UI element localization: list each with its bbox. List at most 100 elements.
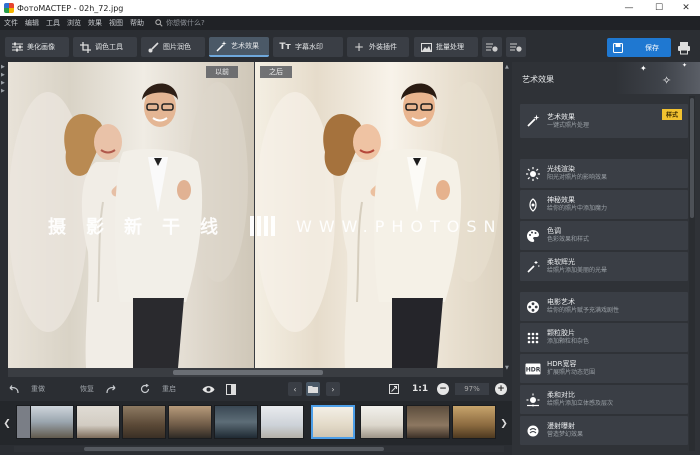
tool-plugins[interactable]: + 外装插件 [347,37,409,57]
next-photo-button[interactable]: › [326,382,340,396]
folder-icon [308,386,318,393]
arrow-right-icon[interactable]: ▶ [1,64,5,70]
effect-item-tone[interactable]: 色调 色彩效果和样式 [520,221,688,250]
menu-help[interactable]: 帮助 [130,18,144,28]
tool-batch-label: 批量处理 [436,43,464,51]
arrow-right-icon[interactable]: ▶ [1,72,5,78]
effect-title: HDR宽容 [547,360,577,368]
command-search[interactable]: 你想做什么? [155,18,205,28]
effect-title: 柔软辉光 [547,258,575,266]
undo-button[interactable]: 重做 [8,382,45,396]
close-button[interactable]: ✕ [672,0,700,16]
effect-item-hdr[interactable]: HDR HDR宽容 扩展照片动态范围 [520,354,688,383]
effect-item-grain[interactable]: 颗粒胶片 添加颗粒和杂色 [520,323,688,352]
thumbnail[interactable] [76,405,120,439]
effect-item-soft-glow[interactable]: 柔软辉光 给照片添加美丽的光晕 [520,252,688,281]
effect-item-mystic[interactable]: 神秘效果 给你的照片中添加魔力 [520,190,688,219]
tool-plugins-label: 外装插件 [369,43,397,51]
effect-title: 柔和对比 [547,391,575,399]
menu-browse[interactable]: 浏览 [67,18,81,28]
history-add-button[interactable] [482,37,502,57]
zoom-level-field[interactable]: 97% [455,383,489,395]
fit-screen-icon [389,384,399,394]
scroll-thumb[interactable] [173,370,323,375]
effects-panel: 艺术效果 ✦ ✧ ✦ 艺术效果 一键式照片处理 样式 光线渲染 阳光对照片的影响效果… [512,62,700,455]
open-folder-button[interactable] [306,382,320,396]
main-toolbar: 美化画像 调色工具 图片润色 艺术效果 Tт 字幕水印 + 外装插件 批量处理 [0,30,700,62]
thumbnail[interactable] [30,405,74,439]
thumbnail[interactable] [168,405,212,439]
thumbnail[interactable] [122,405,166,439]
menu-tools[interactable]: 工具 [46,18,60,28]
tool-batch[interactable]: 批量处理 [414,37,478,57]
effect-item-contrast[interactable]: 柔和对比 给照片添加立体感及层次 [520,385,688,414]
chevron-left-icon: ‹ [293,384,297,394]
effect-title: 漫射曝射 [547,422,575,430]
split-view-button[interactable] [226,382,236,396]
menu-edit[interactable]: 编辑 [25,18,39,28]
filmstrip-next-button[interactable]: ❯ [500,409,508,439]
thumbnail[interactable] [406,405,450,439]
thumbnail[interactable] [260,405,304,439]
print-button[interactable] [677,41,691,55]
thumbnail-selected[interactable] [311,405,355,439]
sliders-icon [11,41,23,53]
effect-item-diffuse[interactable]: 漫射曝射 营造梦幻效果 [520,416,688,445]
horizontal-scrollbar[interactable] [8,368,503,377]
effect-title: 艺术效果 [547,112,575,121]
effect-item-light[interactable]: 光线渲染 阳光对照片的影响效果 [520,159,688,188]
menu-view[interactable]: 视图 [109,18,123,28]
undo-icon [9,384,19,393]
prev-photo-button[interactable]: ‹ [288,382,302,396]
fit-screen-button[interactable] [389,382,399,396]
vertical-scrollbar[interactable]: ▲ ▼ [503,62,512,377]
tool-art-effects[interactable]: 艺术效果 [209,37,269,57]
effect-desc: 扩展照片动态范围 [547,369,596,376]
palette-icon [524,227,542,245]
maximize-button[interactable]: ☐ [645,0,673,16]
scroll-up-icon[interactable]: ▲ [505,64,509,70]
sparkle-icon: ✧ [662,74,672,87]
tool-color-label: 调色工具 [95,43,123,51]
effect-item-cinema[interactable]: 电影艺术 给你的照片赋予充满戏剧性 [520,292,688,321]
before-after-toggle[interactable] [202,382,215,396]
tool-color[interactable]: 调色工具 [73,37,137,57]
zoom-in-button[interactable]: + [495,383,507,395]
effect-desc: 给照片添加美丽的光晕 [547,267,608,274]
scroll-thumb[interactable] [84,447,384,451]
chevron-right-icon: › [331,384,335,394]
redo-button[interactable]: 恢复 [80,382,117,396]
panel-scrollbar[interactable] [689,96,695,451]
tool-enhance[interactable]: 美化画像 [5,37,69,57]
thumbnail[interactable] [452,405,496,439]
arrow-right-icon[interactable]: ▶ [1,80,5,86]
tool-text-watermark[interactable]: Tт 字幕水印 [273,37,343,57]
after-label: 之后 [260,66,292,78]
arrow-right-icon[interactable]: ▶ [1,88,5,94]
reset-button[interactable]: 重启 [140,382,176,396]
scroll-down-icon[interactable]: ▼ [505,365,509,371]
save-button[interactable]: 保存 [607,38,671,57]
effect-title: 色调 [547,227,561,235]
history-compare-button[interactable] [506,37,526,57]
menu-effects[interactable]: 效果 [88,18,102,28]
thumbnail[interactable] [360,405,404,439]
actual-size-button[interactable]: 1:1 [412,382,428,396]
effect-title: 光线渲染 [547,165,575,173]
menu-file[interactable]: 文件 [4,18,18,28]
thumbnail[interactable] [214,405,258,439]
filmstrip-prev-button[interactable]: ❮ [3,409,11,439]
filmstrip-scrollbar[interactable] [14,446,504,452]
effect-item-art[interactable]: 艺术效果 一键式照片处理 样式 [520,104,688,138]
scroll-thumb[interactable] [690,98,694,218]
film-reel-icon [524,298,542,316]
tool-retouch[interactable]: 图片润色 [141,37,205,57]
minimize-button[interactable]: — [615,0,643,16]
redo-label: 恢复 [80,385,94,393]
tool-text-label: 字幕水印 [295,43,323,51]
sparkle-icon: ✦ [640,64,647,73]
contrast-icon [524,391,542,409]
redo-icon [106,384,116,393]
zoom-out-button[interactable]: − [437,383,449,395]
plus-icon: + [497,384,505,394]
